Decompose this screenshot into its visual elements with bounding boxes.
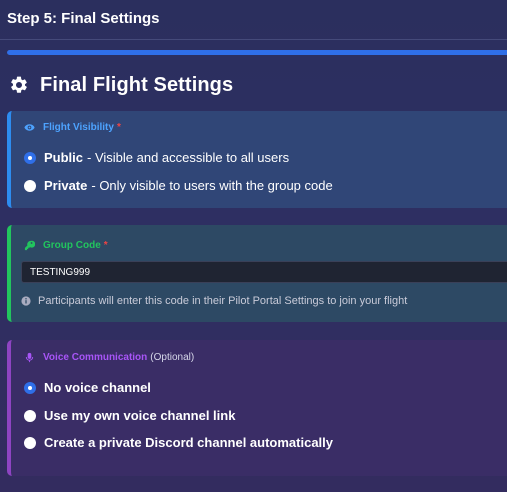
voice-option-discord[interactable]: Create a private Discord channel automat… xyxy=(24,435,333,450)
voice-option-none[interactable]: No voice channel xyxy=(24,380,151,395)
visibility-label-text: Flight Visibility xyxy=(43,122,114,133)
voice-label: Voice Communication (Optional) xyxy=(24,352,194,363)
gear-icon xyxy=(11,76,27,93)
group-code-card: Group Code * Participants will enter thi… xyxy=(7,225,507,322)
voice-label-text: Voice Communication xyxy=(43,352,148,363)
eye-icon xyxy=(24,124,35,131)
radio-private[interactable] xyxy=(24,179,36,192)
option-description: - Only visible to users with the group c… xyxy=(91,178,333,193)
visibility-card: Flight Visibility * Public - Visible and… xyxy=(7,111,507,208)
option-title: Public xyxy=(44,150,84,165)
microphone-icon xyxy=(25,352,34,363)
page-title: Final Flight Settings xyxy=(40,73,234,96)
group-code-label-text: Group Code xyxy=(43,240,101,251)
group-code-label: Group Code * xyxy=(24,240,108,251)
key-icon xyxy=(24,240,35,251)
info-icon xyxy=(21,296,31,306)
radio-discord[interactable] xyxy=(24,436,36,449)
group-code-input[interactable] xyxy=(21,261,507,283)
step-header: Step 5: Final Settings xyxy=(0,0,507,40)
option-description: - Visible and accessible to all users xyxy=(87,150,290,165)
option-title: No voice channel xyxy=(44,380,151,395)
required-mark: * xyxy=(116,122,121,133)
radio-own-link[interactable] xyxy=(24,409,36,422)
progress-fill xyxy=(7,50,507,55)
step-title: Step 5: Final Settings xyxy=(7,10,160,27)
help-text: Participants will enter this code in the… xyxy=(38,295,408,307)
optional-text: (Optional) xyxy=(150,352,195,363)
visibility-option-private[interactable]: Private - Only visible to users with the… xyxy=(24,178,333,193)
progress-bar xyxy=(7,50,507,55)
visibility-option-public[interactable]: Public - Visible and accessible to all u… xyxy=(24,150,289,165)
option-title: Create a private Discord channel automat… xyxy=(44,435,333,450)
radio-public[interactable] xyxy=(24,151,36,164)
visibility-label: Flight Visibility * xyxy=(24,122,121,133)
radio-no-voice[interactable] xyxy=(24,381,36,394)
page-heading: Final Flight Settings xyxy=(9,72,233,98)
voice-card: Voice Communication (Optional) No voice … xyxy=(7,340,507,476)
group-code-help: Participants will enter this code in the… xyxy=(21,295,407,307)
required-mark: * xyxy=(103,240,108,251)
option-title: Use my own voice channel link xyxy=(44,408,236,423)
option-title: Private xyxy=(44,178,88,193)
voice-option-own-link[interactable]: Use my own voice channel link xyxy=(24,408,235,423)
